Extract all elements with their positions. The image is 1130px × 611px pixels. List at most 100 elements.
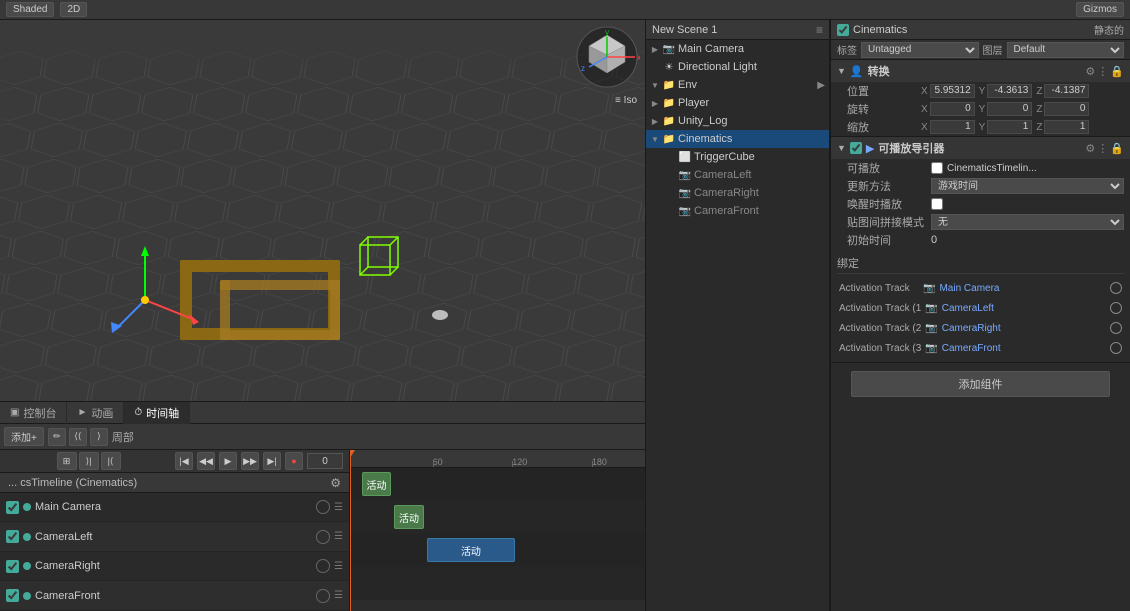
hierarchy-item-player[interactable]: ▶ 📁 Player xyxy=(646,94,829,112)
tool-prev-btn[interactable]: ⟨⟨ xyxy=(69,428,87,446)
scl-y-val[interactable]: 1 xyxy=(987,120,1032,134)
binding-cam-name-1[interactable]: CameraLeft xyxy=(942,303,1106,314)
hierarchy-menu-icon[interactable]: ≡ xyxy=(816,23,823,37)
frame-input[interactable] xyxy=(307,453,343,469)
layer-dropdown[interactable]: Default xyxy=(1007,42,1125,58)
add-button[interactable]: 添加+ xyxy=(4,427,44,446)
bindings-title: 绑定 xyxy=(837,253,1124,274)
track-menu-camera-right[interactable]: ☰ xyxy=(334,561,343,572)
update-method-dropdown[interactable]: 游戏时间 xyxy=(931,178,1124,194)
svg-text:y: y xyxy=(605,28,609,37)
track-checkbox-camera-right[interactable] xyxy=(6,560,19,573)
timeline-settings-btn[interactable]: ⚙ xyxy=(330,476,341,490)
playable-script-name: CinematicsTimelin... xyxy=(947,163,1037,174)
hierarchy-item-trigger-cube[interactable]: ⬜ TriggerCube xyxy=(646,148,829,166)
mode-btn[interactable]: 2D xyxy=(60,2,87,17)
transform-lock-icon[interactable]: 🔒 xyxy=(1110,65,1124,78)
tab-timeline[interactable]: ⏱ 时间轴 xyxy=(124,402,190,424)
playable-director-header[interactable]: ▼ ▶ 可播放导引器 ⚙ ⋮ 🔒 xyxy=(831,137,1130,159)
play-prev-btn[interactable]: ◀◀ xyxy=(197,452,215,470)
pos-x-field: X 5.95312 xyxy=(921,84,975,98)
play-start-btn[interactable]: |◀ xyxy=(175,452,193,470)
track-item-camera-front[interactable]: CameraFront ☰ xyxy=(0,581,349,611)
rot-y-val[interactable]: 0 xyxy=(987,102,1032,116)
hierarchy-item-env[interactable]: ▼ 📁 Env ▶ xyxy=(646,76,829,94)
track-list: ⊞ ⟩| |⟨ |◀ ◀◀ ▶ ▶▶ ▶| ● xyxy=(0,450,350,611)
orientation-gizmo[interactable]: x y z xyxy=(575,25,640,90)
on-awake-row: 唤醒时播放 xyxy=(831,195,1130,213)
track-menu-camera-front[interactable]: ☰ xyxy=(334,590,343,601)
track-name-camera-right: CameraRight xyxy=(35,560,312,572)
playable-script-checkbox[interactable] xyxy=(931,162,943,174)
clip-camera-right[interactable]: 活动 xyxy=(427,538,516,562)
play-next-btn[interactable]: ▶▶ xyxy=(241,452,259,470)
track-tools: ⊞ ⟩| |⟨ xyxy=(57,452,121,470)
tool-pencil-btn[interactable]: ✏ xyxy=(48,428,66,446)
transform-section-header[interactable]: ▼ 👤 转换 ⚙ ⋮ 🔒 xyxy=(831,60,1130,82)
scl-z-val[interactable]: 1 xyxy=(1044,120,1089,134)
record-btn[interactable]: ● xyxy=(285,452,303,470)
binding-cam-name-2[interactable]: CameraRight xyxy=(942,323,1106,334)
track-menu-camera-left[interactable]: ☰ xyxy=(334,531,343,542)
track-item-main-camera[interactable]: Main Camera ☰ xyxy=(0,493,349,523)
inspector-active-checkbox[interactable] xyxy=(837,24,849,36)
track-checkbox-camera-left[interactable] xyxy=(6,530,19,543)
shading-dropdown[interactable]: Shaded xyxy=(6,2,54,17)
play-end-btn[interactable]: ▶| xyxy=(263,452,281,470)
tag-dropdown[interactable]: Untagged xyxy=(861,42,979,58)
scl-x-val[interactable]: 1 xyxy=(930,120,975,134)
gizmos-btn[interactable]: Gizmos xyxy=(1076,2,1124,17)
scl-x-axis: X xyxy=(921,122,928,133)
track-checkbox-camera-front[interactable] xyxy=(6,589,19,602)
transform-menu-icon[interactable]: ⋮ xyxy=(1097,65,1108,78)
clip-camera-left[interactable]: 活动 xyxy=(394,505,424,529)
hierarchy-item-camera-right[interactable]: 📷 CameraRight xyxy=(646,184,829,202)
hierarchy-item-main-camera[interactable]: ▶ 📷 Main Camera xyxy=(646,40,829,58)
pos-z-val[interactable]: -4.1387 xyxy=(1044,84,1089,98)
binding-cam-name-0[interactable]: Main Camera xyxy=(939,283,1106,294)
folder-icon-unity-log: 📁 xyxy=(662,116,676,127)
hierarchy-item-directional-light[interactable]: ☀ Directional Light xyxy=(646,58,829,76)
track-menu-main-camera[interactable]: ☰ xyxy=(334,502,343,513)
tab-console[interactable]: ▣ 控制台 xyxy=(0,402,67,424)
folder-icon-cinematics: 📁 xyxy=(662,134,676,145)
hierarchy-item-cinematics[interactable]: ▼ 📁 Cinematics xyxy=(646,130,829,148)
timeline-playhead[interactable] xyxy=(350,450,351,611)
scale-row: 缩放 X 1 Y 1 Z 1 xyxy=(831,118,1130,136)
rot-z-val[interactable]: 0 xyxy=(1044,102,1089,116)
wrap-mode-dropdown[interactable]: 无 xyxy=(931,214,1124,230)
scl-y-axis: Y xyxy=(979,122,986,133)
pos-y-val[interactable]: -4.3613 xyxy=(987,84,1032,98)
timeline-tracks-area: 60 120 180 活动 xyxy=(350,450,645,611)
play-btn[interactable]: ▶ xyxy=(219,452,237,470)
tool-snap-btn[interactable]: ⊞ xyxy=(57,452,77,470)
transform-settings-icon[interactable]: ⚙ xyxy=(1085,65,1095,78)
hierarchy-item-camera-front[interactable]: 📷 CameraFront xyxy=(646,202,829,220)
on-awake-checkbox[interactable] xyxy=(931,198,943,210)
binding-cam-name-3[interactable]: CameraFront xyxy=(942,343,1106,354)
pos-x-val[interactable]: 5.95312 xyxy=(930,84,975,98)
playable-icon-btns: ⚙ ⋮ 🔒 xyxy=(1085,142,1124,155)
folder-icon-env: 📁 xyxy=(662,80,676,91)
tool-ripple-btn[interactable]: ⟩| xyxy=(79,452,99,470)
add-component-button[interactable]: 添加组件 xyxy=(851,371,1110,397)
iso-label[interactable]: ≡ Iso xyxy=(615,95,637,106)
playable-lock-icon[interactable]: 🔒 xyxy=(1110,142,1124,155)
hierarchy-item-camera-left[interactable]: 📷 CameraLeft xyxy=(646,166,829,184)
playable-menu-icon[interactable]: ⋮ xyxy=(1097,142,1108,155)
pos-z-axis: Z xyxy=(1036,86,1042,97)
playable-settings-icon[interactable]: ⚙ xyxy=(1085,142,1095,155)
static-label: 静态的 xyxy=(1094,22,1124,37)
track-checkbox-main-camera[interactable] xyxy=(6,501,19,514)
tool-next-btn[interactable]: ⟩ xyxy=(90,428,108,446)
tab-animation[interactable]: ► 动画 xyxy=(67,402,124,424)
hierarchy-item-unity-log[interactable]: ▶ 📁 Unity_Log xyxy=(646,112,829,130)
clip-main-camera[interactable]: 活动 xyxy=(362,472,392,496)
tool-lock-btn[interactable]: |⟨ xyxy=(101,452,121,470)
hi-label-dir-light: Directional Light xyxy=(678,61,825,73)
track-item-camera-left[interactable]: CameraLeft ☰ xyxy=(0,522,349,552)
track-item-camera-right[interactable]: CameraRight ☰ xyxy=(0,552,349,582)
rot-x-val[interactable]: 0 xyxy=(930,102,975,116)
playable-checkbox[interactable] xyxy=(850,142,862,154)
init-time-val[interactable]: 0 xyxy=(931,234,1124,246)
